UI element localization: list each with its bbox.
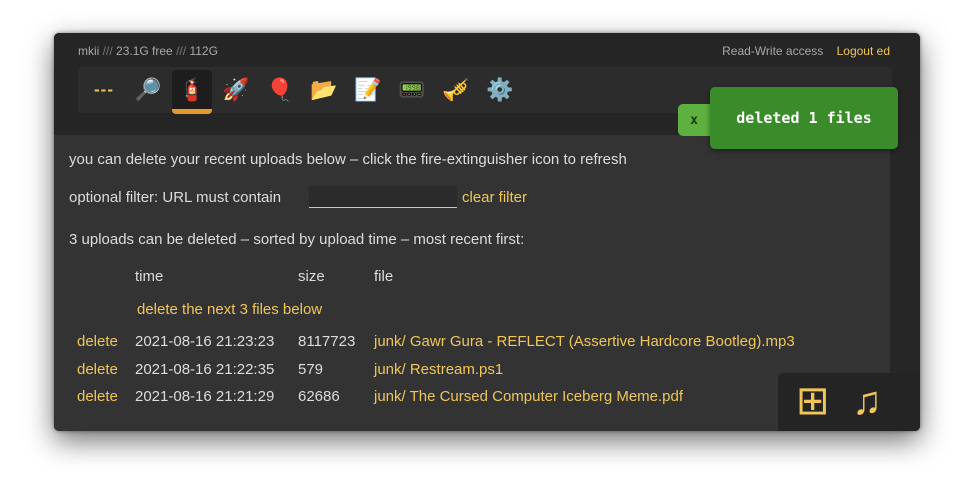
summary-text: 3 uploads can be deleted – sorted by upl… [69, 231, 525, 248]
rocket-icon[interactable]: 🚀 [216, 70, 256, 110]
file-size: 579 [298, 361, 324, 378]
balloon-icon[interactable]: 🎈 [260, 70, 300, 110]
hostname: mkii [78, 44, 100, 58]
toast-close-button[interactable]: x [678, 104, 710, 136]
file-size: 62686 [298, 388, 340, 405]
grid-view-icon[interactable]: ⊞ [796, 377, 830, 425]
table-row: delete 2021-08-16 21:23:23 8117723 junk/… [54, 333, 890, 357]
terminal-icon[interactable]: 📟 [392, 70, 432, 110]
table-row: delete 2021-08-16 21:22:35 579 junk/ Res… [54, 361, 890, 385]
file-link[interactable]: junk/ Restream.ps1 [374, 361, 503, 378]
search-icon[interactable]: 🔎 [128, 70, 168, 110]
column-header-size: size [298, 268, 325, 285]
folder-icon[interactable]: 📂 [304, 70, 344, 110]
access-level: Read-Write access [722, 44, 824, 58]
clear-filter-link[interactable]: clear filter [462, 189, 527, 206]
free-space: 23.1G free [116, 44, 173, 58]
music-note-icon[interactable]: ♫ [852, 377, 882, 425]
column-header-file: file [374, 268, 394, 285]
delete-next-link[interactable]: delete the next 3 files below [137, 301, 322, 318]
table-row: delete 2021-08-16 21:21:29 62686 junk/ T… [54, 388, 890, 412]
upload-time: 2021-08-16 21:21:29 [135, 388, 275, 405]
app-window: mkii /// 23.1G free /// 112G Read-Write … [54, 33, 920, 431]
file-size: 8117723 [298, 333, 356, 350]
notepad-icon[interactable]: 📝 [348, 70, 388, 110]
delete-link[interactable]: delete [77, 361, 118, 378]
toast-notification: deleted 1 files [710, 87, 898, 149]
server-status: mkii /// 23.1G free /// 112G [78, 44, 218, 58]
logout-link[interactable]: Logout ed [837, 44, 890, 58]
column-header-time: time [135, 268, 164, 285]
trumpet-icon[interactable]: 🎺 [436, 70, 476, 110]
upload-time: 2021-08-16 21:22:35 [135, 361, 275, 378]
separator: /// [102, 44, 113, 58]
delete-link[interactable]: delete [77, 388, 118, 405]
file-link[interactable]: junk/ The Cursed Computer Iceberg Meme.p… [374, 388, 683, 405]
filter-label: optional filter: URL must contain [69, 189, 282, 206]
fire-extinguisher-icon[interactable]: 🧯 [172, 70, 212, 114]
media-player-button[interactable]: --- [84, 70, 124, 110]
separator: /// [176, 44, 187, 58]
delete-link[interactable]: delete [77, 333, 118, 350]
total-space: 112G [189, 44, 218, 58]
account-info: Read-Write access Logout ed [722, 44, 890, 58]
gear-icon[interactable]: ⚙️ [480, 70, 520, 110]
upload-time: 2021-08-16 21:23:23 [135, 333, 275, 350]
main-content: you can delete your recent uploads below… [54, 135, 890, 431]
intro-text: you can delete your recent uploads below… [69, 151, 627, 168]
corner-widget: ⊞ ♫ [778, 373, 920, 431]
file-link[interactable]: junk/ Gawr Gura - REFLECT (Assertive Har… [374, 333, 795, 350]
filter-input[interactable] [309, 186, 457, 208]
